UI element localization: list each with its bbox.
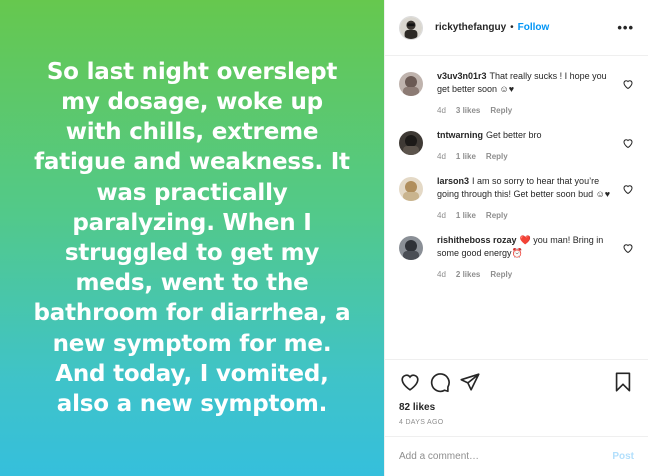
like-comment-heart-icon[interactable] <box>622 183 634 195</box>
author-avatar[interactable] <box>399 15 423 40</box>
commenter-avatar[interactable] <box>399 131 423 155</box>
post-info-pane: rickythefanguy • Follow ••• v3uv3n01r3 Th… <box>384 0 648 476</box>
comment-item: rishitheboss rozay ❤️ you man! Bring in s… <box>399 234 634 279</box>
reply-button[interactable]: Reply <box>490 270 512 279</box>
comment-username[interactable]: v3uv3n01r3 <box>437 71 487 81</box>
comment-body: tntwarning Get better bro 4d 1 like Reply <box>437 129 616 161</box>
commenter-avatar[interactable] <box>399 236 423 260</box>
comment-item: v3uv3n01r3 That really sucks ! I hope you… <box>399 70 634 115</box>
caption-line: paralyzing. When I <box>72 209 312 236</box>
post-timestamp[interactable]: 4 DAYS AGO <box>399 419 634 426</box>
caption-line: new symptom for me. <box>52 330 332 357</box>
add-comment-input[interactable] <box>399 451 613 462</box>
save-bookmark-icon[interactable] <box>612 371 634 393</box>
likes-count[interactable]: 82 likes <box>399 402 634 413</box>
caption-line: with chills, extreme <box>65 119 319 146</box>
comment-likes[interactable]: 1 like <box>456 211 476 220</box>
comment-likes[interactable]: 1 like <box>456 152 476 161</box>
share-paper-plane-icon[interactable] <box>459 371 481 393</box>
reply-button[interactable]: Reply <box>490 106 512 115</box>
caption-line: And today, I vomited, <box>55 360 329 387</box>
comment-username[interactable]: tntwarning <box>437 130 483 140</box>
add-comment-bar: Post <box>385 436 648 476</box>
like-comment-heart-icon[interactable] <box>622 137 634 149</box>
reply-button[interactable]: Reply <box>486 211 508 220</box>
commenter-avatar[interactable] <box>399 72 423 96</box>
comment-age[interactable]: 4d <box>437 211 446 220</box>
comment-username[interactable]: rishitheboss rozay <box>437 235 517 245</box>
comment-meta: 4d 1 like Reply <box>437 152 616 161</box>
author-username[interactable]: rickythefanguy <box>435 22 506 33</box>
caption-line: struggled to get my <box>64 240 320 266</box>
post-actions: 82 likes 4 DAYS AGO <box>385 359 648 436</box>
post-image[interactable]: So last night overslept my dosage, woke … <box>0 0 384 476</box>
comment-item: tntwarning Get better bro 4d 1 like Reply <box>399 129 634 161</box>
post-header: rickythefanguy • Follow ••• <box>385 0 648 56</box>
comment-meta: 4d 1 like Reply <box>437 211 616 220</box>
post-image-text: So last night overslept my dosage, woke … <box>34 57 351 419</box>
comment-username[interactable]: larson3 <box>437 176 469 186</box>
comment-text-block: v3uv3n01r3 That really sucks ! I hope you… <box>437 70 613 96</box>
comment-likes[interactable]: 2 likes <box>456 270 480 279</box>
comment-likes[interactable]: 3 likes <box>456 106 480 115</box>
like-heart-icon[interactable] <box>399 371 421 393</box>
caption-line: was practically <box>96 179 288 206</box>
caption-line: also a new symptom. <box>56 391 328 418</box>
comment-body: rishitheboss rozay ❤️ you man! Bring in s… <box>437 234 616 279</box>
like-comment-heart-icon[interactable] <box>622 242 634 254</box>
comments-list[interactable]: v3uv3n01r3 That really sucks ! I hope you… <box>385 56 648 359</box>
instagram-post-modal: So last night overslept my dosage, woke … <box>0 0 648 476</box>
comment-age[interactable]: 4d <box>437 152 446 161</box>
comment-age[interactable]: 4d <box>437 270 446 279</box>
comment-bubble-icon[interactable] <box>429 371 451 393</box>
follow-button[interactable]: Follow <box>518 22 550 33</box>
comment-age[interactable]: 4d <box>437 106 446 115</box>
caption-line: So last night overslept <box>46 58 338 85</box>
commenter-avatar[interactable] <box>399 177 423 201</box>
comment-item: larson3 I am so sorry to hear that you’re… <box>399 175 634 220</box>
caption-line: bathroom for diarrhea, a <box>33 300 351 327</box>
like-comment-heart-icon[interactable] <box>622 78 634 90</box>
post-comment-button[interactable]: Post <box>612 451 634 462</box>
comment-text-block: tntwarning Get better bro <box>437 129 613 142</box>
more-options-icon[interactable]: ••• <box>617 21 634 34</box>
reply-button[interactable]: Reply <box>486 152 508 161</box>
caption-line: fatigue and weakness. It <box>34 149 350 176</box>
comment-body: larson3 I am so sorry to hear that you’re… <box>437 175 616 220</box>
comment-meta: 4d 3 likes Reply <box>437 106 616 115</box>
comment-body: v3uv3n01r3 That really sucks ! I hope you… <box>437 70 616 115</box>
caption-line: meds, went to the <box>75 270 309 297</box>
comment-meta: 4d 2 likes Reply <box>437 270 616 279</box>
caption-line: my dosage, woke up <box>61 88 323 115</box>
comment-text-block: larson3 I am so sorry to hear that you’re… <box>437 175 613 201</box>
action-icon-row <box>399 368 634 396</box>
separator-dot: • <box>510 22 514 33</box>
comment-text-block: rishitheboss rozay ❤️ you man! Bring in s… <box>437 234 613 260</box>
comment-text: Get better bro <box>486 130 542 140</box>
